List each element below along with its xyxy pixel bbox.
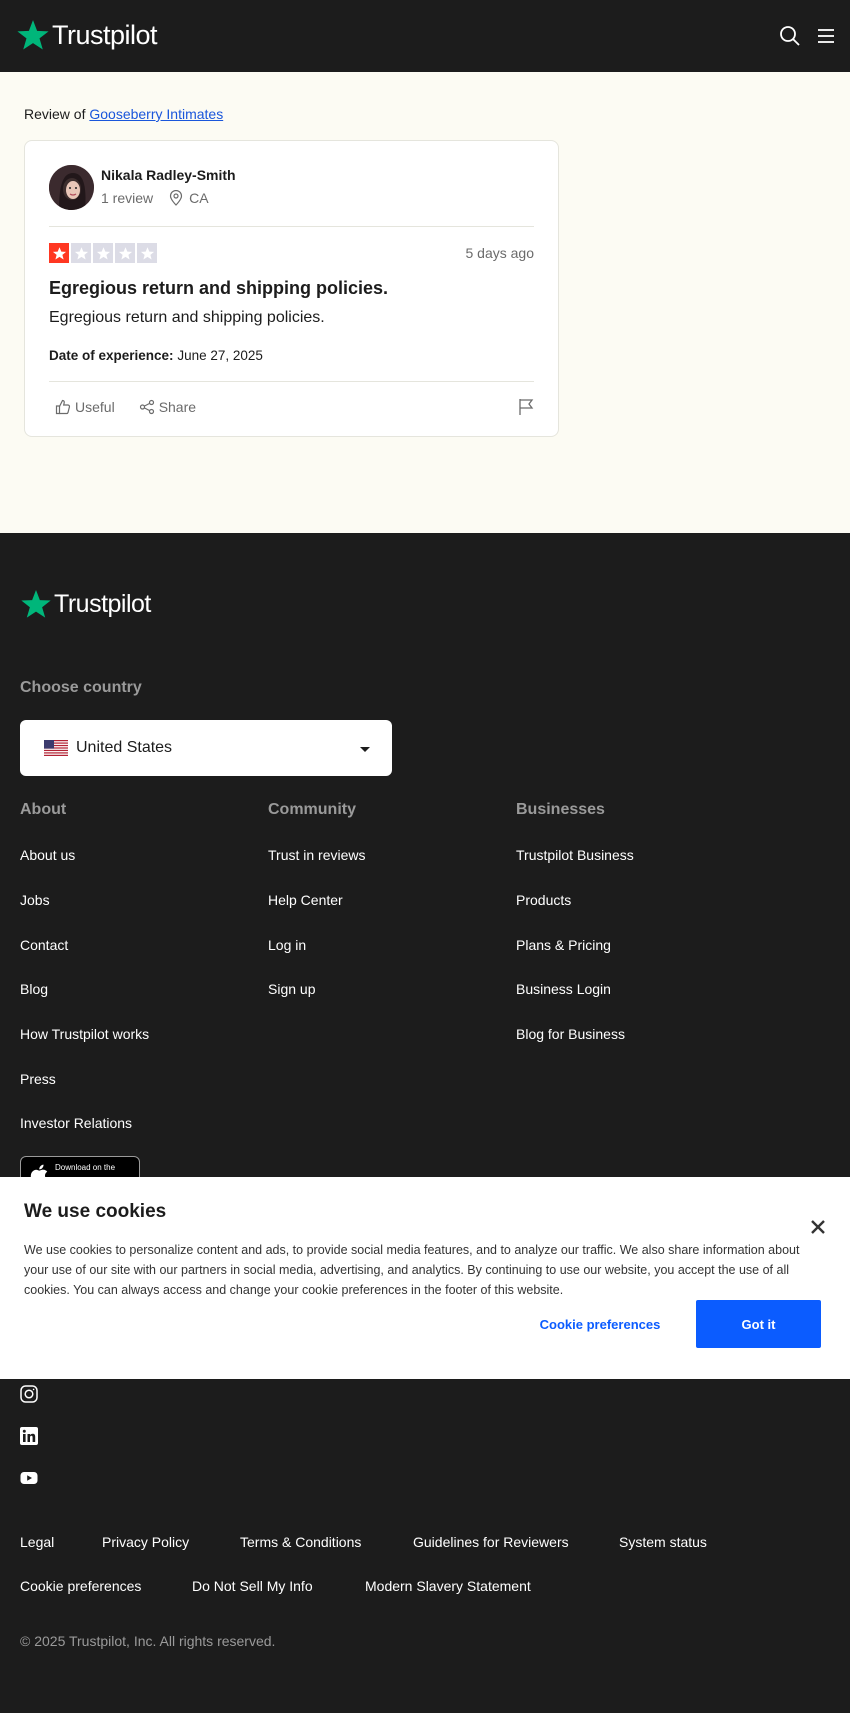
share-button[interactable]: Share <box>139 399 196 415</box>
legal-link-legal[interactable]: Legal <box>20 1534 54 1550</box>
avatar-photo <box>49 165 94 210</box>
reviewer-country: CA <box>189 190 209 206</box>
footer-link-blog[interactable]: Blog <box>20 981 48 997</box>
footer-link-plans-pricing[interactable]: Plans & Pricing <box>516 937 611 953</box>
footer-link-investor-relations[interactable]: Investor Relations <box>20 1115 132 1131</box>
footer-link-trust-in-reviews[interactable]: Trust in reviews <box>268 847 366 863</box>
trustpilot-star-icon <box>17 20 49 50</box>
selected-country: United States <box>76 739 173 756</box>
search-icon[interactable] <box>778 24 802 48</box>
reviewer-meta: 1 review CA <box>101 190 209 206</box>
footer-link-press[interactable]: Press <box>20 1071 56 1087</box>
review-title: Egregious return and shipping policies. <box>49 278 389 298</box>
cookie-preferences-button[interactable]: Cookie preferences <box>528 1300 672 1348</box>
experience-label: Date of experience: <box>49 348 174 363</box>
avatar[interactable] <box>49 165 94 210</box>
cookie-banner-text: We use cookies to personalize content an… <box>24 1243 800 1297</box>
experience-date: June 27, 2025 <box>177 348 263 363</box>
review-body: Egregious return and shipping policies. <box>49 309 325 326</box>
site-footer: Trustpilot Choose country United States … <box>0 533 850 1713</box>
footer-link-help-center[interactable]: Help Center <box>268 892 343 908</box>
footer-link-jobs[interactable]: Jobs <box>20 892 50 908</box>
share-label: Share <box>158 399 197 415</box>
footer-logo-wordmark: Trustpilot <box>54 589 151 618</box>
date-of-experience: Date of experience: June 27, 2025 <box>49 348 263 363</box>
useful-label: Useful <box>75 399 115 415</box>
review-of-line: Review of Gooseberry Intimates <box>24 106 223 122</box>
star-filled-icon <box>49 243 69 263</box>
legal-link-privacy-policy[interactable]: Privacy Policy <box>102 1534 189 1550</box>
star-rating <box>49 243 157 263</box>
legal-link-guidelines-for-reviewers[interactable]: Guidelines for Reviewers <box>413 1534 569 1550</box>
country-select[interactable]: United States <box>20 720 392 776</box>
review-of-prefix: Review of <box>24 106 86 122</box>
close-icon[interactable] <box>808 1217 828 1237</box>
top-header: Trustpilot <box>0 0 850 72</box>
share-icon <box>139 399 154 415</box>
useful-button[interactable]: Useful <box>55 399 115 415</box>
star-empty-icon <box>115 243 135 263</box>
cookie-banner: We use cookies We use cookies to persona… <box>0 1177 850 1379</box>
star-empty-icon <box>71 243 91 263</box>
footer-link-contact[interactable]: Contact <box>20 937 68 953</box>
divider <box>49 381 534 382</box>
menu-icon[interactable] <box>814 24 838 48</box>
youtube-icon[interactable] <box>20 1469 38 1487</box>
us-flag-icon <box>44 740 68 756</box>
main-content: Review of Gooseberry Intimates Nikala Ra… <box>0 72 850 533</box>
cookie-banner-title: We use cookies <box>24 1201 167 1222</box>
footer-link-sign-up[interactable]: Sign up <box>268 981 315 997</box>
footer-heading-community: Community <box>268 801 356 818</box>
legal-link-cookie-preferences[interactable]: Cookie preferences <box>20 1578 141 1594</box>
legal-link-terms-conditions[interactable]: Terms & Conditions <box>240 1534 361 1550</box>
choose-country-label: Choose country <box>20 679 142 696</box>
star-empty-icon <box>137 243 157 263</box>
trustpilot-logo[interactable]: Trustpilot <box>16 18 158 52</box>
footer-link-log-in[interactable]: Log in <box>268 937 306 953</box>
footer-link-business-login[interactable]: Business Login <box>516 981 611 997</box>
trustpilot-star-icon <box>21 590 51 618</box>
footer-link-how-trustpilot-works[interactable]: How Trustpilot works <box>20 1026 149 1042</box>
footer-heading-businesses: Businesses <box>516 801 605 818</box>
thumbs-up-icon <box>55 399 71 415</box>
divider <box>49 226 534 227</box>
footer-link-trustpilot-business[interactable]: Trustpilot Business <box>516 847 634 863</box>
review-date: 5 days ago <box>465 245 535 261</box>
app-store-caption: Download on the <box>55 1163 116 1172</box>
got-it-button[interactable]: Got it <box>696 1300 821 1348</box>
location-pin-icon <box>170 190 183 206</box>
legal-link-modern-slavery-statement[interactable]: Modern Slavery Statement <box>365 1578 531 1594</box>
reviewer-name[interactable]: Nikala Radley-Smith <box>101 167 236 183</box>
business-link[interactable]: Gooseberry Intimates <box>89 106 223 122</box>
logo-wordmark: Trustpilot <box>52 19 158 50</box>
copyright: © 2025 Trustpilot, Inc. All rights reser… <box>20 1633 276 1649</box>
linkedin-icon[interactable] <box>20 1427 38 1445</box>
footer-link-blog-for-business[interactable]: Blog for Business <box>516 1026 625 1042</box>
footer-link-about-us[interactable]: About us <box>20 847 75 863</box>
review-actions: Useful Share <box>55 399 220 415</box>
review-card: Nikala Radley-Smith 1 review CA 5 days a… <box>24 140 559 437</box>
star-empty-icon <box>93 243 113 263</box>
review-count: 1 review <box>101 190 154 206</box>
caret-down-icon <box>360 747 370 752</box>
instagram-icon[interactable] <box>20 1385 38 1403</box>
report-flag-icon[interactable] <box>518 398 534 416</box>
footer-link-products[interactable]: Products <box>516 892 571 908</box>
legal-link-system-status[interactable]: System status <box>619 1534 707 1550</box>
footer-trustpilot-logo[interactable]: Trustpilot <box>20 588 151 620</box>
legal-link-do-not-sell[interactable]: Do Not Sell My Info <box>192 1578 313 1594</box>
footer-heading-about: About <box>20 801 67 818</box>
